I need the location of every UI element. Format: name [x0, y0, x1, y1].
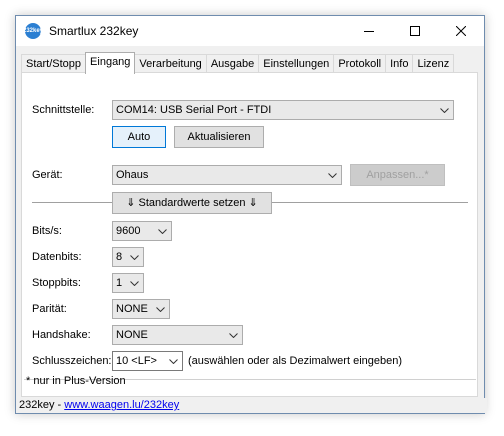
device-value: Ohaus: [116, 169, 149, 181]
close-button[interactable]: [438, 16, 484, 46]
title-bar[interactable]: 232key Smartlux 232key: [16, 16, 484, 46]
terminator-value: 10 <LF>: [116, 355, 157, 367]
website-link[interactable]: www.waagen.lu/232key: [64, 399, 179, 411]
databits-select[interactable]: 8: [112, 247, 144, 267]
chevron-down-icon: [327, 166, 337, 184]
tab-verarbeitung[interactable]: Verarbeitung: [134, 54, 207, 73]
bits-select[interactable]: 9600: [112, 221, 172, 241]
tab-ausgabe[interactable]: Ausgabe: [205, 54, 260, 73]
set-defaults-button[interactable]: ⇓ Standardwerte setzen ⇓: [112, 192, 272, 214]
chevron-down-icon: [155, 300, 165, 318]
handshake-label: Handshake:: [32, 329, 91, 341]
terminator-hint: (auswählen oder als Dezimalwert eingeben…: [188, 355, 403, 367]
bits-label: Bits/s:: [32, 225, 62, 237]
bits-value: 9600: [116, 225, 141, 237]
tab-eingang[interactable]: Eingang: [85, 52, 136, 74]
tab-protokoll[interactable]: Protokoll: [333, 54, 387, 73]
app-window: 232key Smartlux 232key Start/Stopp Einga…: [15, 15, 487, 414]
maximize-icon: [410, 26, 420, 36]
minimize-icon: [364, 31, 374, 32]
databits-label: Datenbits:: [32, 251, 82, 263]
chevron-down-icon: [168, 352, 178, 370]
device-select[interactable]: Ohaus: [112, 165, 342, 185]
chevron-down-icon: [157, 222, 167, 240]
tab-lizenz[interactable]: Lizenz: [412, 54, 455, 73]
handshake-select[interactable]: NONE: [112, 325, 243, 345]
auto-button[interactable]: Auto: [112, 126, 166, 148]
stopbits-value: 1: [116, 277, 123, 289]
footnote: * nur in Plus-Version: [26, 375, 126, 387]
chevron-down-icon: [228, 326, 238, 344]
handshake-value: NONE: [116, 329, 148, 341]
divider-left: [32, 202, 112, 203]
tab-info[interactable]: Info: [385, 54, 414, 73]
chevron-down-icon: [129, 248, 139, 266]
close-icon: [456, 26, 466, 36]
stopbits-select[interactable]: 1: [112, 273, 144, 293]
minimize-button[interactable]: [346, 16, 392, 46]
tab-einstellungen[interactable]: Einstellungen: [258, 54, 335, 73]
tab-start-stopp[interactable]: Start/Stopp: [21, 54, 87, 73]
maximize-button[interactable]: [392, 16, 438, 46]
customize-button[interactable]: Anpassen...*: [350, 164, 445, 186]
interface-select[interactable]: COM14: USB Serial Port - FTDI: [112, 100, 454, 120]
parity-select[interactable]: NONE: [112, 299, 170, 319]
chevron-down-icon: [129, 274, 139, 292]
status-prefix: 232key -: [19, 399, 65, 411]
databits-value: 8: [116, 251, 123, 263]
interface-value: COM14: USB Serial Port - FTDI: [116, 104, 272, 116]
app-icon: 232key: [23, 23, 43, 39]
status-bar: 232key - www.waagen.lu/232key: [16, 398, 487, 413]
window-title: Smartlux 232key: [49, 24, 139, 38]
refresh-button[interactable]: Aktualisieren: [174, 126, 264, 148]
terminator-combo[interactable]: 10 <LF>: [112, 351, 183, 371]
parity-label: Parität:: [32, 303, 67, 315]
terminator-label: Schlusszeichen:: [32, 355, 112, 367]
divider-right: [272, 202, 468, 203]
parity-value: NONE: [116, 303, 148, 315]
interface-label: Schnittstelle:: [32, 104, 95, 116]
tab-strip: Start/Stopp Eingang Verarbeitung Ausgabe…: [21, 52, 455, 74]
device-label: Gerät:: [32, 169, 63, 181]
chevron-down-icon: [439, 101, 449, 119]
stopbits-label: Stoppbits:: [32, 277, 81, 289]
eingang-panel: Schnittstelle: COM14: USB Serial Port - …: [21, 72, 478, 397]
